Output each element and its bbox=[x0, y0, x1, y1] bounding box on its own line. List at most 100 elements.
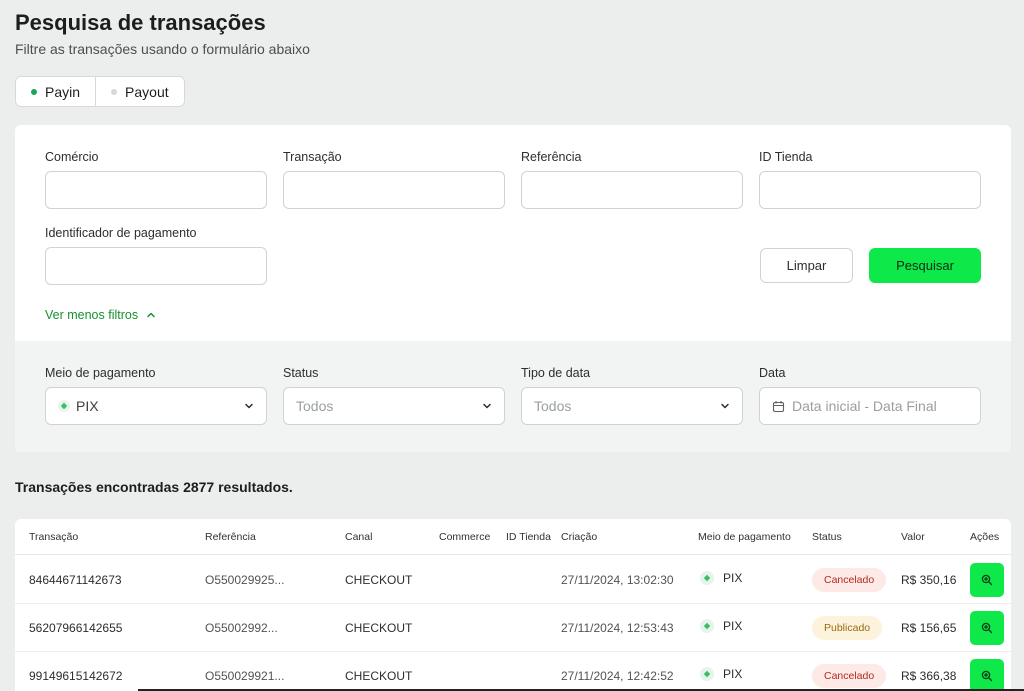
field-id-tienda: ID Tienda bbox=[759, 150, 981, 209]
status-badge: Publicado bbox=[812, 616, 883, 640]
cell-valor: R$ 350,16 bbox=[901, 573, 957, 587]
view-details-button[interactable] bbox=[970, 611, 1004, 645]
page-subtitle: Filtre as transações usando o formulário… bbox=[15, 41, 310, 57]
label-tipo-data: Tipo de data bbox=[521, 366, 591, 380]
column-header-commerce[interactable]: Commerce bbox=[439, 531, 490, 543]
page-title: Pesquisa de transações bbox=[15, 10, 266, 35]
column-header-canal[interactable]: Canal bbox=[345, 531, 372, 543]
date-range-picker[interactable]: Data inicial - Data Final bbox=[759, 387, 981, 425]
cell-valor: R$ 156,65 bbox=[901, 621, 957, 635]
meio-pagamento-value: PIX bbox=[76, 398, 99, 414]
status-badge: Cancelado bbox=[812, 664, 887, 688]
search-button[interactable]: Pesquisar bbox=[869, 248, 981, 283]
identificador-input[interactable] bbox=[45, 247, 267, 285]
calendar-icon bbox=[772, 400, 785, 412]
field-identificador: Identificador de pagamento bbox=[45, 226, 267, 285]
chevron-down-icon bbox=[721, 403, 729, 409]
field-meio-pagamento: Meio de pagamento PIX bbox=[45, 366, 267, 425]
field-referencia: Referência bbox=[521, 150, 743, 209]
field-tipo-data: Tipo de data Todos bbox=[521, 366, 743, 425]
cell-meio-pagamento: PIX bbox=[700, 571, 742, 585]
date-range-placeholder: Data inicial - Data Final bbox=[792, 398, 937, 414]
column-header-referencia[interactable]: Referência bbox=[205, 531, 256, 543]
label-comercio: Comércio bbox=[45, 150, 99, 164]
cell-criacao: 27/11/2024, 13:02:30 bbox=[561, 573, 674, 587]
label-identificador: Identificador de pagamento bbox=[45, 226, 197, 240]
column-header-criacao[interactable]: Criação bbox=[561, 531, 597, 543]
toggle-payin-label: Payin bbox=[45, 83, 81, 100]
column-header-transacao[interactable]: Transação bbox=[29, 531, 78, 543]
column-header-meio-pagamento[interactable]: Meio de pagamento bbox=[698, 531, 791, 543]
pix-icon bbox=[58, 400, 70, 412]
field-status: Status Todos bbox=[283, 366, 505, 425]
results-count: Transações encontradas 2877 resultados. bbox=[15, 479, 293, 495]
pix-icon bbox=[700, 667, 714, 681]
tipo-data-select[interactable]: Todos bbox=[521, 387, 743, 425]
table-header: Transação Referência Canal Commerce ID T… bbox=[15, 519, 1011, 555]
cell-transacao: 56207966142655 bbox=[29, 621, 123, 635]
status-badge: Cancelado bbox=[812, 568, 887, 592]
field-transacao: Transação bbox=[283, 150, 505, 209]
id-tienda-input[interactable] bbox=[759, 171, 981, 209]
field-comercio: Comércio bbox=[45, 150, 267, 209]
comercio-input[interactable] bbox=[45, 171, 267, 209]
zoom-in-icon bbox=[981, 622, 993, 634]
chevron-down-icon bbox=[483, 403, 491, 409]
filter-card: Comércio Transação Referência ID Tienda … bbox=[15, 125, 1011, 452]
cell-referencia: O550029921... bbox=[205, 669, 285, 683]
transactions-table: Transação Referência Canal Commerce ID T… bbox=[15, 519, 1011, 691]
column-header-acoes: Ações bbox=[970, 531, 1000, 543]
toggle-payout[interactable]: Payout bbox=[95, 77, 184, 106]
cell-criacao: 27/11/2024, 12:53:43 bbox=[561, 621, 674, 635]
meio-pagamento-value-wrap: PIX bbox=[58, 398, 244, 414]
extra-filters-panel: Meio de pagamento PIX Status Todos Tipo … bbox=[15, 341, 1011, 452]
toggle-payin[interactable]: Payin bbox=[16, 77, 95, 106]
cell-transacao: 99149615142672 bbox=[29, 669, 123, 683]
cell-referencia: O55002992... bbox=[205, 621, 278, 635]
view-details-button[interactable] bbox=[970, 563, 1004, 597]
less-filters-label: Ver menos filtros bbox=[45, 308, 139, 322]
cell-canal: CHECKOUT bbox=[345, 573, 413, 587]
table-row[interactable]: 99149615142672 O550029921... CHECKOUT 27… bbox=[15, 652, 1011, 691]
cell-canal: CHECKOUT bbox=[345, 669, 413, 683]
status-value: Todos bbox=[296, 398, 334, 414]
label-data: Data bbox=[759, 366, 786, 380]
cell-meio-pagamento: PIX bbox=[700, 619, 742, 633]
field-data: Data Data inicial - Data Final bbox=[759, 366, 981, 425]
chevron-up-icon bbox=[147, 312, 155, 318]
column-header-valor[interactable]: Valor bbox=[901, 531, 925, 543]
toggle-filters-link[interactable]: Ver menos filtros bbox=[45, 308, 156, 322]
tipo-data-value: Todos bbox=[534, 398, 572, 414]
cell-meio-pagamento-label: PIX bbox=[723, 619, 743, 633]
active-dot-icon bbox=[31, 88, 37, 95]
transacao-input[interactable] bbox=[283, 171, 505, 209]
cell-valor: R$ 366,38 bbox=[901, 669, 957, 683]
table-row[interactable]: 84644671142673 O550029925... CHECKOUT 27… bbox=[15, 556, 1011, 604]
label-status: Status bbox=[283, 366, 319, 380]
chevron-down-icon bbox=[245, 403, 253, 409]
pix-icon bbox=[700, 619, 714, 633]
cell-meio-pagamento: PIX bbox=[700, 667, 742, 681]
zoom-in-icon bbox=[981, 574, 993, 586]
label-meio-pagamento: Meio de pagamento bbox=[45, 366, 156, 380]
status-select[interactable]: Todos bbox=[283, 387, 505, 425]
cell-canal: CHECKOUT bbox=[345, 621, 413, 635]
cell-meio-pagamento-label: PIX bbox=[723, 667, 743, 681]
cell-criacao: 27/11/2024, 12:42:52 bbox=[561, 669, 674, 683]
meio-pagamento-select[interactable]: PIX bbox=[45, 387, 267, 425]
toggle-payout-label: Payout bbox=[125, 83, 169, 100]
inactive-dot-icon bbox=[111, 88, 118, 95]
table-row[interactable]: 56207966142655 O55002992... CHECKOUT 27/… bbox=[15, 604, 1011, 652]
cell-referencia: O550029925... bbox=[205, 573, 285, 587]
label-id-tienda: ID Tienda bbox=[759, 150, 813, 164]
cell-transacao: 84644671142673 bbox=[29, 573, 122, 587]
column-header-status[interactable]: Status bbox=[812, 531, 842, 543]
payin-payout-toggle: Payin Payout bbox=[15, 76, 185, 107]
clear-button[interactable]: Limpar bbox=[760, 248, 853, 283]
referencia-input[interactable] bbox=[521, 171, 743, 209]
column-header-id-tienda[interactable]: ID Tienda bbox=[506, 531, 551, 543]
view-details-button[interactable] bbox=[970, 659, 1004, 691]
cell-meio-pagamento-label: PIX bbox=[723, 571, 743, 585]
zoom-in-icon bbox=[981, 670, 993, 682]
label-referencia: Referência bbox=[521, 150, 582, 164]
